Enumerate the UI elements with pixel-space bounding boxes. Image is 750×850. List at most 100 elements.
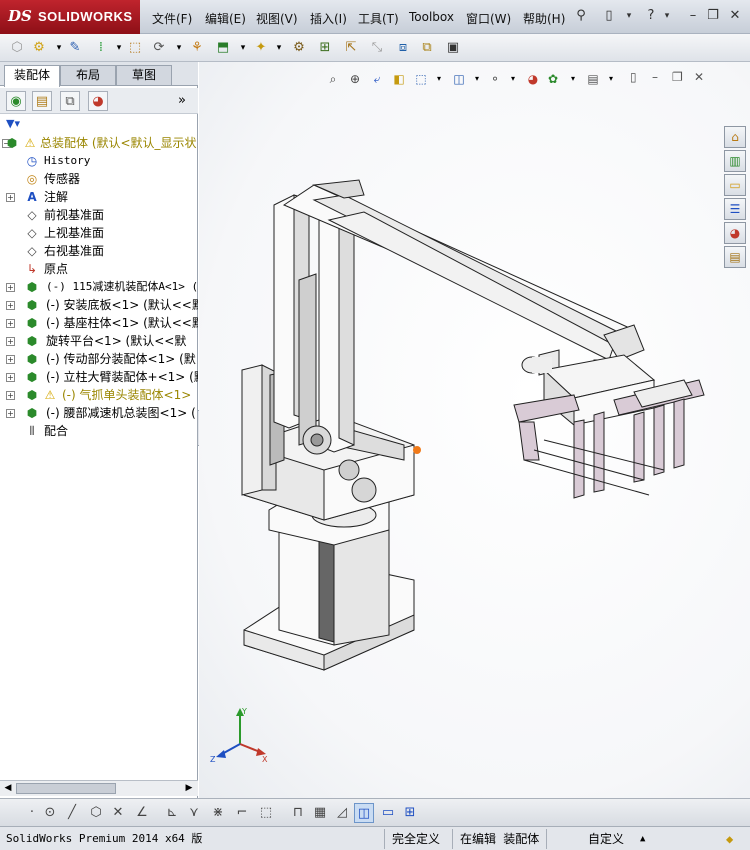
solidworks-logo[interactable]: DS SOLIDWORKS	[0, 0, 140, 34]
expand-icon[interactable]: +	[6, 193, 15, 202]
tree-item-origin[interactable]: ↳ 原点	[0, 260, 198, 278]
units-dropdown-icon[interactable]: ▲	[636, 830, 649, 848]
scroll-left-icon[interactable]: ◀	[1, 782, 15, 795]
insert-component-icon[interactable]: ⬡	[8, 39, 26, 57]
tree-item-right-plane[interactable]: ◇ 右视基准面	[0, 242, 198, 260]
viewport-close-icon[interactable]: ✕	[694, 70, 704, 84]
menu-help[interactable]: 帮助(H)	[523, 10, 565, 27]
tree-item-component[interactable]: + ⬢ (-) 传动部分装配体<1> (默	[0, 350, 198, 368]
expand-icon[interactable]: +	[6, 355, 15, 364]
robot-arm-model[interactable]	[214, 160, 714, 680]
tree-item-component[interactable]: + ⬢ 旋转平台<1> (默认<<默	[0, 332, 198, 350]
angle-icon[interactable]: ∠	[132, 803, 152, 823]
dropdown-icon-3[interactable]: ▾	[170, 39, 188, 57]
reference-geometry-icon[interactable]: ✦	[252, 39, 270, 57]
status-tag-icon[interactable]: ◆	[722, 830, 737, 848]
tree-item-top-plane[interactable]: ◇ 上视基准面	[0, 224, 198, 242]
viewport-layout-icon[interactable]: ▯	[630, 70, 637, 84]
expand-icon[interactable]: +	[6, 319, 15, 328]
smart-fasteners-icon[interactable]: ✎	[66, 39, 84, 57]
file-explorer-icon[interactable]: ▭	[724, 174, 746, 196]
custom-properties-icon[interactable]: ▤	[724, 246, 746, 268]
previous-view-icon[interactable]: ⤶	[368, 70, 386, 88]
display-manager-icon[interactable]: ◕	[88, 91, 108, 111]
interference-detection-icon[interactable]: ⧈	[394, 39, 412, 57]
hole-alignment-icon[interactable]: ▣	[444, 39, 462, 57]
section-view-icon[interactable]: ◧	[390, 70, 408, 88]
corner-icon[interactable]: ⌐	[232, 803, 252, 823]
apply-scene-icon[interactable]: ✿	[544, 70, 562, 88]
viewport-minimize-icon[interactable]: –	[652, 70, 658, 84]
dropdown-icon-9[interactable]: ▾	[564, 70, 582, 88]
tree-item-annotations[interactable]: + A 注解	[0, 188, 198, 206]
mate-icon[interactable]: ⚙	[30, 39, 48, 57]
expand-icon[interactable]: +	[6, 337, 15, 346]
menu-edit[interactable]: 编辑(E)	[205, 10, 246, 27]
configuration-manager-icon[interactable]: ⧉	[60, 91, 80, 111]
point-icon[interactable]: ·	[22, 803, 42, 823]
scroll-thumb[interactable]	[16, 783, 116, 794]
tab-layout[interactable]: 布局	[60, 65, 116, 85]
dynamic-annotation-icon[interactable]: ⬚	[412, 70, 430, 88]
tree-item-component[interactable]: + ⬢ (-) 立柱大臂装配体+<1> (默	[0, 368, 198, 386]
linear-pattern-icon[interactable]: ⁞	[92, 39, 110, 57]
appearances-icon[interactable]: ◕	[724, 222, 746, 244]
circle-icon[interactable]: ⊙	[40, 803, 60, 823]
grid-icon[interactable]: ▦	[310, 803, 330, 823]
triangle-icon[interactable]: ◿	[332, 803, 352, 823]
tangent-icon[interactable]: ⋎	[184, 803, 204, 823]
expand-panel-icon[interactable]: »	[178, 93, 186, 108]
clearance-verification-icon[interactable]: ⧉	[418, 39, 436, 57]
tree-item-component[interactable]: + ⬢ (-) 基座柱体<1> (默认<<默	[0, 314, 198, 332]
mirror-icon[interactable]: ⋇	[208, 803, 228, 823]
pin-icon[interactable]: ⚲	[572, 8, 590, 24]
dropdown-icon-6[interactable]: ▾	[430, 70, 448, 88]
tab-sketch[interactable]: 草图	[116, 65, 172, 85]
filter-icon[interactable]: ▼▾	[6, 117, 194, 131]
view-cube-icon[interactable]: ◫	[354, 803, 374, 823]
feature-manager-icon[interactable]: ◉	[6, 91, 26, 111]
menu-view[interactable]: 视图(V)	[256, 10, 298, 27]
perpendicular-icon[interactable]: ⊾	[162, 803, 182, 823]
tree-item-history[interactable]: ◷ History	[0, 152, 198, 170]
tab-assembly[interactable]: 装配体	[4, 65, 60, 87]
zoom-area-icon[interactable]: ⊕	[346, 70, 364, 88]
menu-tools[interactable]: 工具(T)	[358, 10, 399, 27]
expand-icon[interactable]: +	[6, 391, 15, 400]
scroll-right-icon[interactable]: ▶	[182, 782, 196, 795]
four-view-icon[interactable]: ⊞	[400, 803, 420, 823]
sketch-box-icon[interactable]: ⬚	[256, 803, 276, 823]
show-hidden-icon[interactable]: ⚘	[188, 39, 206, 57]
dropdown-icon-10[interactable]: ▾	[602, 70, 620, 88]
dropdown-icon-4[interactable]: ▾	[234, 39, 252, 57]
minimize-icon[interactable]: –	[684, 8, 702, 24]
dropdown-icon-7[interactable]: ▾	[468, 70, 486, 88]
design-library-icon[interactable]: ▥	[724, 150, 746, 172]
tree-item-component[interactable]: + ⬢ (-) 115减速机装配体A<1> (	[0, 278, 198, 296]
tree-root[interactable]: − ⬢ ⚠ 总装配体 (默认<默认_显示状	[0, 134, 198, 152]
move-component-icon[interactable]: ⬚	[126, 39, 144, 57]
resources-icon[interactable]: ⌂	[724, 126, 746, 148]
polygon-icon[interactable]: ⬡	[86, 803, 106, 823]
expand-icon[interactable]: +	[6, 283, 15, 292]
tree-horizontal-scrollbar[interactable]: ◀ ▶	[0, 780, 198, 796]
menu-file[interactable]: 文件(F)	[152, 10, 192, 27]
tree-item-front-plane[interactable]: ◇ 前视基准面	[0, 206, 198, 224]
edit-appearance-icon[interactable]: ◕	[524, 70, 542, 88]
property-manager-icon[interactable]: ▤	[32, 91, 52, 111]
tree-item-mates[interactable]: ⫴ 配合	[0, 422, 198, 440]
expand-icon[interactable]: +	[6, 301, 15, 310]
new-motion-study-icon[interactable]: ⚙	[290, 39, 308, 57]
single-view-icon[interactable]: ▭	[378, 803, 398, 823]
view-orientation-icon[interactable]: ◫	[450, 70, 468, 88]
dropdown-arrow-icon[interactable]: ▾	[620, 8, 638, 24]
help-dropdown-icon[interactable]: ▾	[658, 8, 676, 24]
dropdown-icon-8[interactable]: ▾	[504, 70, 522, 88]
tree-item-component[interactable]: + ⬢ (-) 腰部减速机总装图<1> (	[0, 404, 198, 422]
menu-window[interactable]: 窗口(W)	[466, 10, 511, 27]
exploded-view-icon[interactable]: ⇱	[342, 39, 360, 57]
assembly-features-icon[interactable]: ⬒	[214, 39, 232, 57]
view-settings-icon[interactable]: ▤	[584, 70, 602, 88]
dropdown-icon-5[interactable]: ▾	[270, 39, 288, 57]
restore-icon[interactable]: ❐	[704, 8, 722, 24]
